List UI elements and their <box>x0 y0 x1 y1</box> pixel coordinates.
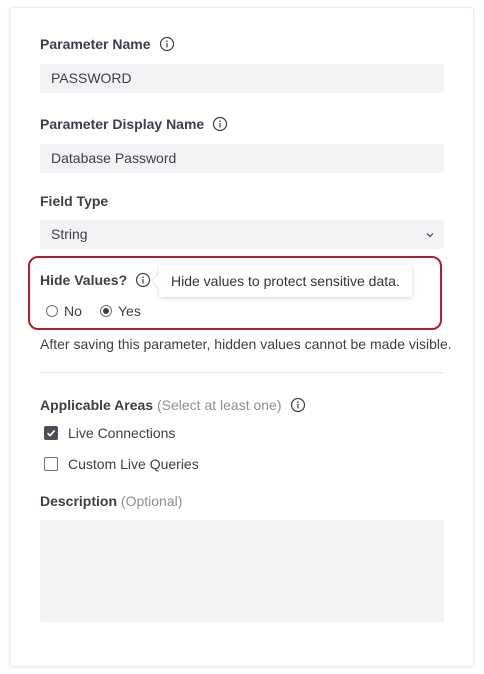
checkbox-row-live-connections[interactable]: Live Connections <box>44 425 175 441</box>
description-label-row: Description (Optional) <box>40 493 182 509</box>
description-hint: (Optional) <box>120 493 183 509</box>
applicable-areas-label: Applicable Areas (Select at least one) <box>40 397 282 413</box>
checkbox-row-custom-live-queries[interactable]: Custom Live Queries <box>44 456 199 472</box>
hide-values-label: Hide Values? <box>40 272 128 288</box>
section-divider <box>40 372 444 373</box>
hide-values-tooltip: Hide values to protect sensitive data. <box>159 265 412 297</box>
description-title: Description <box>40 493 118 509</box>
field-type-label: Field Type <box>40 193 109 209</box>
field-type-select[interactable]: String <box>40 220 444 249</box>
display-name-label: Parameter Display Name <box>40 116 205 132</box>
radio-yes-label: Yes <box>118 303 141 319</box>
info-icon[interactable] <box>290 397 306 413</box>
parameter-name-input[interactable]: PASSWORD <box>40 64 444 93</box>
live-connections-label: Live Connections <box>68 425 176 441</box>
info-icon[interactable] <box>135 272 151 288</box>
description-textarea[interactable] <box>40 520 444 622</box>
parameter-name-label-row: Parameter Name <box>40 36 175 52</box>
chevron-down-icon <box>425 220 435 249</box>
applicable-areas-title: Applicable Areas <box>40 397 154 413</box>
check-icon <box>46 430 56 437</box>
description-label: Description (Optional) <box>40 493 182 509</box>
hide-values-note: After saving this parameter, hidden valu… <box>40 336 452 352</box>
radio-no-label: No <box>64 303 82 319</box>
display-name-label-row: Parameter Display Name <box>40 116 228 132</box>
checkbox-live-connections[interactable] <box>44 426 58 440</box>
hide-values-option-yes[interactable]: Yes <box>100 303 141 319</box>
hide-values-label-row: Hide Values? <box>40 272 151 288</box>
applicable-areas-label-row: Applicable Areas (Select at least one) <box>40 397 306 413</box>
radio-yes[interactable] <box>100 305 112 317</box>
hide-values-option-no[interactable]: No <box>46 303 82 319</box>
info-icon[interactable] <box>159 36 175 52</box>
radio-no[interactable] <box>46 305 58 317</box>
parameter-name-label: Parameter Name <box>40 36 151 52</box>
field-type-label-row: Field Type <box>40 193 108 209</box>
info-icon[interactable] <box>212 116 228 132</box>
applicable-areas-hint: (Select at least one) <box>156 397 282 413</box>
field-type-value: String <box>51 226 88 242</box>
checkbox-custom-live-queries[interactable] <box>44 457 58 471</box>
display-name-input[interactable]: Database Password <box>40 144 444 173</box>
custom-live-queries-label: Custom Live Queries <box>68 456 199 472</box>
